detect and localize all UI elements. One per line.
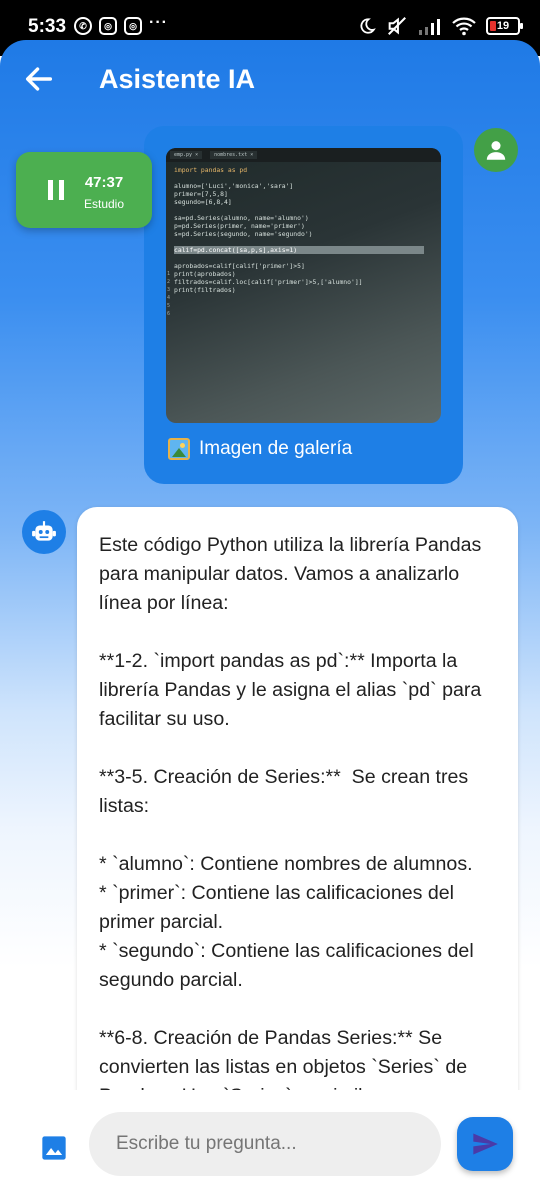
code-line: segundo=[6,8,4]: [174, 198, 232, 206]
user-avatar: [474, 128, 518, 172]
image-caption-row: Imagen de galería: [168, 438, 352, 460]
status-notification-icons: ✆ ◎ ◎ ···: [74, 14, 168, 35]
send-icon: [473, 1133, 498, 1155]
code-line: s=pd.Series(segundo, name='segundo'): [174, 230, 313, 238]
code-line-highlighted: calif=pd.concat([sa,p,s],axis=1): [174, 246, 424, 254]
line-number: 6: [167, 311, 171, 317]
robot-icon: [32, 521, 56, 541]
code-line: primer=[7,5,8]: [174, 190, 228, 198]
editor-tab: emp.py ×: [170, 151, 203, 159]
editor-tabs: emp.py × nombres.txt ×: [166, 148, 441, 162]
line-number: 3: [167, 287, 171, 293]
code-line: sa=pd.Series(alumno, name='alumno'): [174, 214, 309, 222]
battery-level: 19: [496, 20, 510, 32]
study-timer[interactable]: 47:37 Estudio: [16, 152, 152, 228]
more-notifications-icon: ···: [149, 14, 168, 31]
timer-label: Estudio: [83, 197, 125, 211]
back-arrow-icon[interactable]: [22, 62, 56, 96]
line-number: 4: [167, 295, 171, 301]
app-bar: Asistente IA: [0, 40, 540, 120]
send-button[interactable]: [457, 1117, 513, 1171]
code-line: p=pd.Series(primer, name='primer'): [174, 222, 305, 230]
line-number: 2: [167, 279, 171, 285]
code-line: aprobados=calif[calif['primer']>5]: [174, 262, 305, 270]
instagram-icon: ◎: [124, 17, 142, 35]
code-line: import pandas as pd: [174, 166, 248, 174]
line-numbers: 1 2 3 4 5 6: [167, 270, 170, 318]
bot-message-bubble: Este código Python utiliza la librería P…: [77, 507, 518, 1127]
attached-code-image[interactable]: emp.py × nombres.txt × import pandas as …: [166, 148, 441, 423]
battery-indicator: 19: [486, 17, 523, 35]
status-time: 5:33: [28, 16, 67, 37]
code-line: print(aprobados): [174, 270, 236, 278]
code-line: alumno=['Luci','monica','sara']: [174, 182, 294, 190]
signal-icon: [419, 19, 440, 35]
code-line: print(filtrados): [174, 286, 236, 294]
pause-icon[interactable]: [48, 180, 64, 200]
composer: [0, 1090, 540, 1200]
person-icon: [486, 141, 506, 160]
chat-screen: Asistente IA emp.py × nombres.txt × impo…: [0, 40, 540, 1200]
framed-picture-icon: [168, 438, 190, 460]
mute-icon: [388, 17, 406, 35]
bot-message-text: Este código Python utiliza la librería P…: [99, 534, 482, 1107]
wifi-icon: [452, 17, 476, 36]
line-number: 1: [167, 271, 171, 277]
status-system-icons: 19: [358, 15, 523, 37]
page-title: Asistente IA: [99, 64, 256, 94]
editor-tab: nombres.txt ×: [210, 151, 258, 159]
instagram-icon: ◎: [99, 17, 117, 35]
user-message-bubble: emp.py × nombres.txt × import pandas as …: [144, 126, 463, 484]
image-picker-icon[interactable]: [40, 1134, 68, 1162]
line-number: 5: [167, 303, 171, 309]
code-line: filtrados=calif.loc[calif['primer']>5,['…: [174, 278, 363, 286]
image-caption: Imagen de galería: [199, 438, 353, 459]
timer-time: 47:37: [84, 174, 124, 191]
whatsapp-icon: ✆: [74, 17, 92, 35]
question-input[interactable]: [89, 1112, 441, 1176]
code-block: import pandas as pd alumno=['Luci','moni…: [174, 166, 424, 294]
bot-avatar: [22, 510, 66, 554]
moon-icon: [360, 18, 376, 34]
